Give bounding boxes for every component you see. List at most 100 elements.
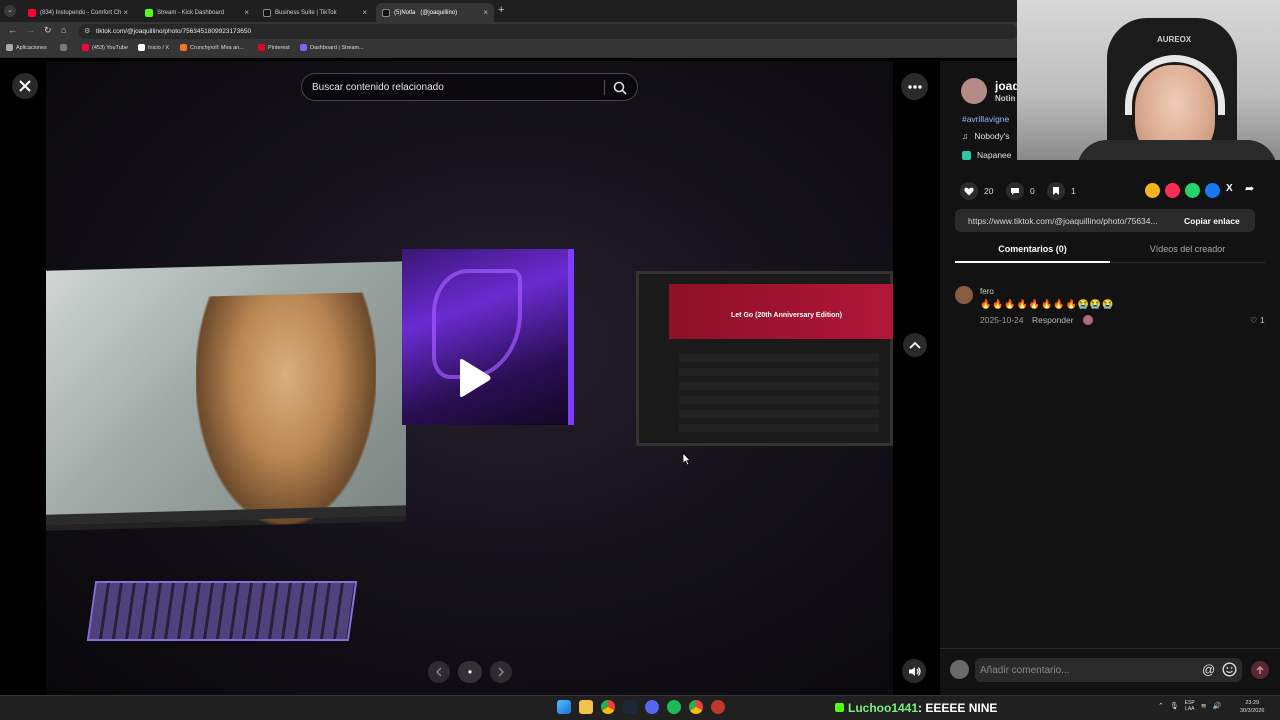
crunchyroll-icon bbox=[180, 44, 187, 51]
tiktok-icon bbox=[263, 8, 271, 17]
current-user-avatar bbox=[950, 660, 969, 679]
tiktok-icon bbox=[382, 8, 390, 17]
webcam-overlay: AUREOX bbox=[1017, 0, 1280, 160]
language-sub: LAA bbox=[1185, 706, 1195, 712]
like-count: 20 bbox=[984, 186, 994, 196]
active-tab-indicator bbox=[955, 261, 1110, 263]
tray-chevron-icon[interactable]: ⌃ bbox=[1158, 702, 1164, 710]
bookmark-pinterest[interactable]: Pinterest bbox=[258, 44, 290, 51]
post-location[interactable]: Napanee bbox=[962, 150, 1012, 160]
comment-like-button[interactable]: ♡ 1 bbox=[1250, 316, 1265, 325]
new-tab-button[interactable]: + bbox=[498, 4, 504, 16]
address-bar[interactable]: ⚙ tiktok.com/@joaquillino/photo/75634518… bbox=[78, 24, 1018, 39]
spotify-album-title: Let Go (20th Anniversary Edition) bbox=[731, 312, 842, 319]
comment-count: 0 bbox=[1030, 186, 1035, 196]
post-link-text[interactable]: https://www.tiktok.com/@joaquillino/phot… bbox=[955, 216, 1177, 226]
creator-avatar[interactable] bbox=[961, 78, 987, 104]
play-icon[interactable] bbox=[452, 357, 494, 399]
spotify-icon[interactable] bbox=[667, 700, 681, 714]
location-name: Napanee bbox=[977, 150, 1012, 160]
next-slide-button[interactable] bbox=[490, 661, 512, 683]
creator-username[interactable]: joaq bbox=[995, 79, 1020, 93]
close-tab-icon[interactable]: × bbox=[123, 8, 128, 17]
previous-post-button[interactable] bbox=[903, 333, 927, 357]
steam-icon[interactable] bbox=[623, 700, 637, 714]
related-search-input[interactable]: Buscar contenido relacionado bbox=[301, 73, 638, 101]
post-music[interactable]: ♫ Nobody's bbox=[962, 131, 1010, 141]
kick-icon bbox=[145, 8, 153, 17]
more-options-button[interactable] bbox=[901, 73, 928, 100]
forward-icon[interactable]: → bbox=[26, 25, 35, 35]
copy-link-button[interactable]: Copiar enlace bbox=[1177, 216, 1240, 226]
tab-creator-videos[interactable]: Vídeos del creador bbox=[1110, 244, 1265, 254]
obs-icon[interactable] bbox=[711, 700, 725, 714]
tab-list-icon[interactable]: ⌄ bbox=[4, 5, 16, 17]
browser-tab-youtube[interactable]: (834) Instupendo - Comfort Ch × bbox=[22, 3, 134, 22]
bookmark-grid[interactable] bbox=[60, 44, 67, 51]
chrome-icon[interactable] bbox=[601, 700, 615, 714]
share-send-icon[interactable] bbox=[1165, 183, 1180, 198]
microphone-icon[interactable]: 🎙 bbox=[1170, 702, 1179, 710]
commenter-username[interactable]: fero bbox=[980, 287, 994, 296]
commenter-avatar[interactable] bbox=[955, 286, 973, 304]
chrome-profile-icon[interactable] bbox=[689, 700, 703, 714]
youtube-icon bbox=[82, 44, 89, 51]
bookmark-icon bbox=[1047, 182, 1065, 200]
speaker-tray-icon[interactable]: 🔊 bbox=[1213, 702, 1222, 710]
previous-slide-button[interactable] bbox=[428, 661, 450, 683]
browser-tab-tiktok-photo[interactable]: (5)Notla (@joaquillino) × bbox=[376, 3, 494, 22]
close-tab-icon[interactable]: × bbox=[244, 8, 249, 17]
save-count: 1 bbox=[1071, 186, 1076, 196]
bookmark-x[interactable]: Inicio / X bbox=[138, 44, 169, 51]
mention-icon[interactable]: @ bbox=[1202, 662, 1215, 677]
browser-tab-business-suite[interactable]: Business Suite | TikTok × bbox=[257, 3, 373, 22]
reload-icon[interactable]: ↻ bbox=[44, 25, 52, 36]
spotify-tracklist bbox=[679, 354, 879, 434]
back-icon[interactable]: ← bbox=[8, 25, 17, 35]
site-info-icon[interactable]: ⚙ bbox=[84, 27, 90, 35]
close-tab-icon[interactable]: × bbox=[362, 8, 367, 17]
avril-portrait bbox=[196, 292, 376, 527]
comment-stat[interactable]: 0 bbox=[1006, 182, 1035, 200]
system-clock[interactable]: 23:29 30/3/2026 bbox=[1240, 699, 1264, 715]
windows-start-icon[interactable] bbox=[557, 700, 571, 714]
bookmark-youtube[interactable]: (453) YouTube bbox=[82, 44, 128, 51]
bookmark-label: Aplicaciones bbox=[16, 44, 47, 51]
music-title: Nobody's bbox=[974, 131, 1010, 141]
bookmark-crunchyroll[interactable]: Crunchyroll: Mira an... bbox=[180, 44, 244, 51]
search-icon[interactable] bbox=[613, 81, 627, 95]
send-comment-button[interactable] bbox=[1251, 661, 1269, 679]
tab-comments[interactable]: Comentarios (0) bbox=[955, 244, 1110, 254]
share-facebook-icon[interactable] bbox=[1205, 183, 1220, 198]
language-indicator[interactable]: ESP LAA bbox=[1185, 700, 1195, 712]
share-whatsapp-icon[interactable] bbox=[1185, 183, 1200, 198]
tab-label: (834) Instupendo - Comfort Ch bbox=[40, 9, 122, 16]
close-viewer-button[interactable] bbox=[12, 73, 38, 99]
url-text: tiktok.com/@joaquillino/photo/7563451809… bbox=[96, 28, 252, 35]
discord-icon[interactable] bbox=[645, 700, 659, 714]
save-stat[interactable]: 1 bbox=[1047, 182, 1076, 200]
share-x-icon[interactable]: X bbox=[1226, 183, 1233, 194]
bookmark-dashboard[interactable]: Dashboard | Stream... bbox=[300, 44, 364, 51]
tab-label: Business Suite | TikTok bbox=[275, 9, 337, 16]
close-icon bbox=[19, 80, 31, 92]
post-hashtag[interactable]: #avrillavigne bbox=[962, 114, 1009, 124]
chat-message: : EEEEE NINE bbox=[918, 701, 998, 715]
browser-tab-kick[interactable]: Stream - Kick Dashboard × bbox=[139, 3, 255, 22]
slide-dot: • bbox=[467, 665, 473, 679]
file-explorer-icon[interactable] bbox=[579, 700, 593, 714]
like-stat[interactable]: 20 bbox=[960, 182, 993, 200]
youtube-icon bbox=[28, 8, 36, 17]
creator-liked-badge-icon bbox=[1083, 315, 1093, 325]
volume-button[interactable] bbox=[902, 659, 926, 683]
reply-button[interactable]: Responder bbox=[1032, 315, 1074, 325]
share-more-icon[interactable]: ➦ bbox=[1245, 182, 1254, 195]
heart-icon bbox=[960, 182, 978, 200]
wifi-icon[interactable]: ≋ bbox=[1201, 702, 1207, 710]
share-repost-icon[interactable] bbox=[1145, 183, 1160, 198]
emoji-icon[interactable] bbox=[1222, 662, 1237, 677]
home-icon[interactable]: ⌂ bbox=[61, 25, 66, 35]
bookmark-apps[interactable]: Aplicaciones bbox=[6, 44, 47, 51]
comment-date: 2025-10-24 bbox=[980, 315, 1024, 325]
close-tab-icon[interactable]: × bbox=[483, 8, 488, 17]
